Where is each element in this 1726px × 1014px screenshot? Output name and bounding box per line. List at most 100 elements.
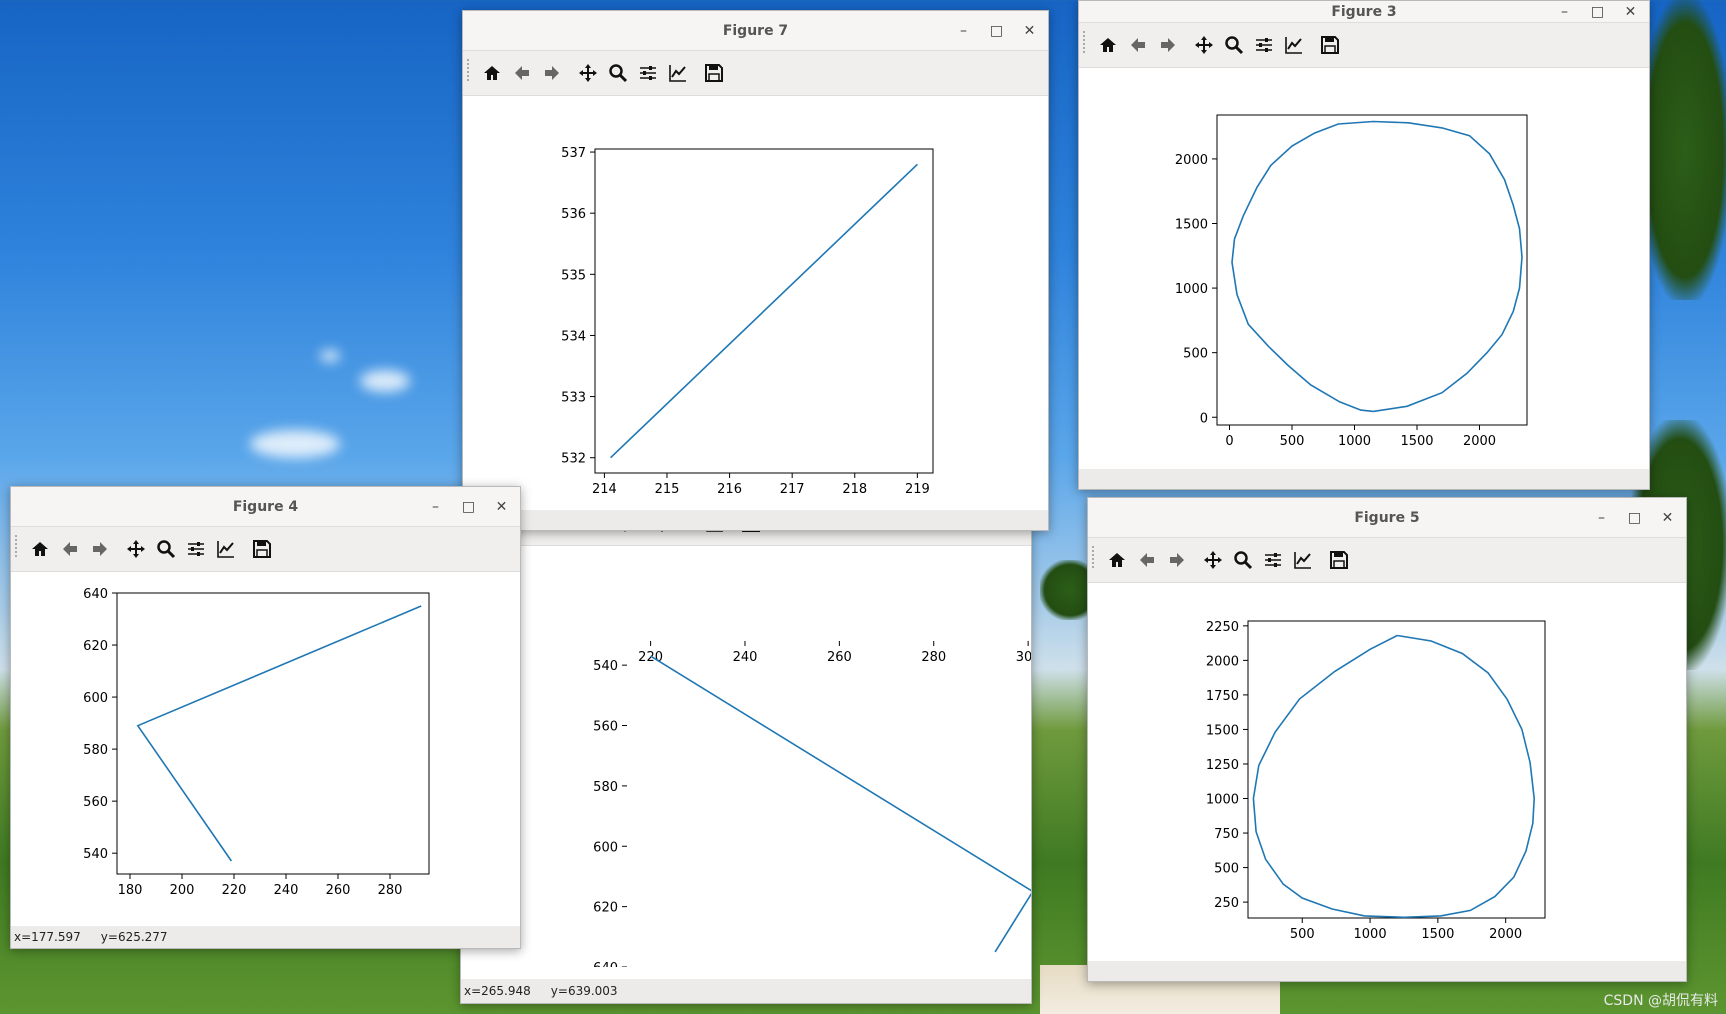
forward-arrow-button[interactable] [85,534,115,564]
title-bar[interactable]: Figure 7 – □ ✕ [463,11,1048,51]
figure-5-plot: 500 1000 1500 2000 250 500 750 1000 1250 1500 1750… [1206,620,1546,942]
y-tick-label: 0 [1200,411,1208,426]
y-tick-label: 640 [83,587,108,602]
back-arrow-button[interactable] [1132,545,1162,575]
save-button[interactable] [1315,30,1345,60]
x-tick-label: 280 [921,650,946,665]
zoom-icon [1234,551,1253,570]
figure-4-status-bar: x=177.597 y=625.277 [11,926,520,948]
close-button[interactable]: ✕ [485,499,518,515]
configure-subplots-icon [640,66,656,80]
forward-arrow-button[interactable] [1162,545,1192,575]
figure-4-toolbar [11,527,520,572]
x-tick-label: 240 [274,883,299,898]
close-button[interactable]: ✕ [1614,4,1647,20]
figure-5-toolbar [1088,538,1686,583]
edit-axis-button[interactable] [1288,545,1318,575]
y-tick-label: 560 [83,795,108,810]
figure-6-plot: 220 240 260 280 300 540 560 580 600 620 640 [593,641,1031,967]
save-button[interactable] [699,58,729,88]
home-button[interactable] [477,58,507,88]
back-arrow-button[interactable] [507,58,537,88]
y-tick-label: 620 [83,639,108,654]
y-tick-label: 534 [561,329,586,344]
zoom-button[interactable] [151,534,181,564]
figure-3-toolbar [1079,23,1649,68]
pan-button[interactable] [1198,545,1228,575]
x-tick-label: 2000 [1489,927,1522,942]
save-button[interactable] [247,534,277,564]
y-tick-label: 750 [1214,827,1239,842]
toolbar-grip[interactable] [1083,31,1086,53]
forward-arrow-button[interactable] [1153,30,1183,60]
figure-5-status-bar [1088,961,1686,981]
y-tick-label: 620 [593,901,618,916]
y-tick-label: 580 [83,743,108,758]
pan-button[interactable] [121,534,151,564]
toolbar-grip[interactable] [1092,546,1095,568]
x-tick-label: 180 [118,883,143,898]
title-bar[interactable]: Figure 3 – □ ✕ [1079,1,1649,23]
pan-button[interactable] [1189,30,1219,60]
edit-axis-button[interactable] [1279,30,1309,60]
configure-subplots-button[interactable] [1249,30,1279,60]
configure-subplots-button[interactable] [181,534,211,564]
maximize-button[interactable]: □ [980,23,1013,39]
minimize-button[interactable]: – [1548,4,1581,20]
toolbar-grip[interactable] [15,535,18,557]
home-icon [1100,38,1116,52]
home-button[interactable] [1093,30,1123,60]
forward-arrow-button[interactable] [537,58,567,88]
pan-button[interactable] [573,58,603,88]
y-tick-label: 560 [593,720,618,735]
zoom-button[interactable] [1219,30,1249,60]
maximize-button[interactable]: □ [452,499,485,515]
x-tick-label: 220 [638,650,663,665]
zoom-button[interactable] [1228,545,1258,575]
window-title: Figure 7 [722,22,789,39]
cursor-y-readout: y=625.277 [100,930,168,944]
maximize-button[interactable]: □ [1581,4,1614,20]
title-bar[interactable]: Figure 4 – □ ✕ [11,487,520,527]
cloud [360,370,410,392]
minimize-button[interactable]: – [419,499,452,515]
cursor-x-readout: x=177.597 [14,930,81,944]
home-button[interactable] [1102,545,1132,575]
maximize-button[interactable]: □ [1618,510,1651,526]
x-tick-label: 220 [222,883,247,898]
pan-icon [127,540,145,558]
toolbar-grip[interactable] [467,59,470,81]
figure-4-window: Figure 4 – □ ✕ 180 200 220 240 260 280 540 560 5… [10,486,521,949]
x-tick-label: 219 [905,482,930,497]
cursor-y-readout: y=639.003 [550,984,618,998]
configure-subplots-button[interactable] [1258,545,1288,575]
close-button[interactable]: ✕ [1651,510,1684,526]
y-tick-label: 500 [1183,347,1208,362]
figure-4-plot: 180 200 220 240 260 280 540 560 580 600 620 640 [83,587,430,898]
save-icon [253,540,271,558]
save-button[interactable] [1324,545,1354,575]
y-tick-label: 500 [1214,862,1239,877]
title-bar[interactable]: Figure 5 – □ ✕ [1088,498,1686,538]
plot-frame [1247,620,1546,919]
minimize-button[interactable]: – [1585,510,1618,526]
close-button[interactable]: ✕ [1013,23,1046,39]
x-tick-label: 218 [842,482,867,497]
back-arrow-button[interactable] [55,534,85,564]
configure-subplots-button[interactable] [633,58,663,88]
back-arrow-button[interactable] [1123,30,1153,60]
figure-5-window: Figure 5 – □ ✕ 500 1000 1500 2000 250 500 750 1… [1087,497,1687,982]
configure-subplots-icon [188,542,204,556]
x-tick-label: 217 [780,482,805,497]
x-tick-label: 214 [592,482,617,497]
figure-7-plot: 214 215 216 217 218 219 532 533 534 535 536 537 [561,146,934,497]
y-tick-label: 540 [83,847,108,862]
minimize-button[interactable]: – [947,23,980,39]
edit-axis-button[interactable] [211,534,241,564]
zoom-icon [157,540,176,559]
cursor-x-readout: x=265.948 [464,984,531,998]
zoom-button[interactable] [603,58,633,88]
home-button[interactable] [25,534,55,564]
y-tick-label: 640 [593,961,618,967]
edit-axis-button[interactable] [663,58,693,88]
